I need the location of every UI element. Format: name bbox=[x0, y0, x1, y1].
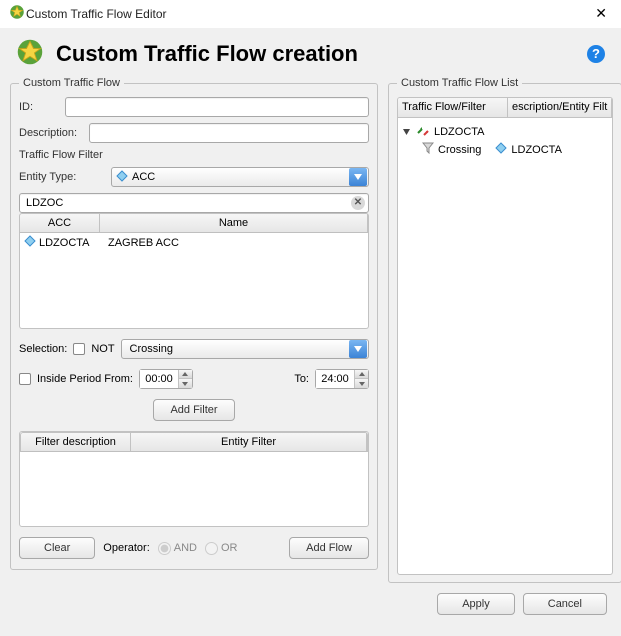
expand-caret-icon[interactable] bbox=[402, 127, 412, 136]
inside-period-checkbox[interactable] bbox=[19, 373, 31, 385]
spinner-down-icon[interactable] bbox=[178, 379, 192, 388]
entity-grid-header: ACC Name bbox=[19, 213, 369, 233]
custom-flow-group: Custom Traffic Flow ID: Description: Tra… bbox=[10, 77, 378, 570]
to-label: To: bbox=[294, 373, 309, 385]
window-title: Custom Traffic Flow Editor bbox=[26, 7, 589, 21]
spinner-up-icon[interactable] bbox=[178, 370, 192, 379]
to-time-value[interactable] bbox=[316, 370, 354, 388]
not-checkbox[interactable] bbox=[73, 343, 85, 355]
add-filter-button[interactable]: Add Filter bbox=[153, 399, 234, 421]
diamond-icon bbox=[495, 142, 507, 157]
selection-combo[interactable]: Crossing bbox=[121, 339, 369, 359]
diamond-icon bbox=[116, 170, 128, 185]
close-icon[interactable]: ✕ bbox=[589, 3, 613, 24]
entity-type-label: Entity Type: bbox=[19, 171, 111, 183]
tree-child-row[interactable]: Crossing LDZOCTA bbox=[402, 141, 608, 158]
to-time-spinner[interactable] bbox=[315, 369, 369, 389]
col-filter-description[interactable]: Filter description bbox=[21, 433, 131, 451]
page-title: Custom Traffic Flow creation bbox=[56, 41, 575, 67]
chevron-down-icon bbox=[349, 168, 367, 186]
description-input[interactable] bbox=[89, 123, 369, 143]
spinner-up-icon[interactable] bbox=[354, 370, 368, 379]
and-radio[interactable] bbox=[158, 542, 171, 555]
id-label: ID: bbox=[19, 101, 65, 113]
dialog-header: Custom Traffic Flow creation ? bbox=[0, 28, 621, 77]
from-time-spinner[interactable] bbox=[139, 369, 193, 389]
apply-button[interactable]: Apply bbox=[437, 593, 515, 615]
from-time-value[interactable] bbox=[140, 370, 178, 388]
clear-search-icon[interactable]: ✕ bbox=[351, 196, 365, 210]
inside-period-label: Inside Period From: bbox=[37, 373, 133, 385]
operator-label: Operator: bbox=[103, 542, 149, 554]
tree-root-label: LDZOCTA bbox=[434, 126, 485, 138]
search-input[interactable] bbox=[19, 193, 369, 213]
filter-section-label: Traffic Flow Filter bbox=[19, 149, 369, 161]
col-name[interactable]: Name bbox=[100, 214, 368, 232]
clear-button[interactable]: Clear bbox=[19, 537, 95, 559]
selection-label: Selection: bbox=[19, 343, 67, 355]
description-label: Description: bbox=[19, 127, 89, 139]
entity-type-value: ACC bbox=[128, 171, 348, 183]
cancel-button[interactable]: Cancel bbox=[523, 593, 607, 615]
arrows-icon bbox=[416, 123, 430, 140]
col-desc-entity[interactable]: escription/Entity Filt bbox=[508, 98, 612, 117]
entity-type-combo[interactable]: ACC bbox=[111, 167, 369, 187]
diamond-icon bbox=[24, 235, 36, 250]
or-radio[interactable] bbox=[205, 542, 218, 555]
filter-grid[interactable]: Filter description Entity Filter bbox=[19, 431, 369, 527]
filter-icon bbox=[422, 142, 434, 157]
spinner-down-icon[interactable] bbox=[354, 379, 368, 388]
flow-list-group: Custom Traffic Flow List Traffic Flow/Fi… bbox=[388, 77, 621, 583]
cell-name: ZAGREB ACC bbox=[104, 237, 364, 249]
col-entity-filter[interactable]: Entity Filter bbox=[131, 433, 367, 451]
selection-value: Crossing bbox=[126, 343, 348, 355]
table-row[interactable]: LDZOCTA ZAGREB ACC bbox=[20, 233, 368, 252]
id-input[interactable] bbox=[65, 97, 369, 117]
tree-child-left: Crossing bbox=[438, 144, 481, 156]
tree-body[interactable]: LDZOCTA Crossing LDZOCTA bbox=[398, 118, 612, 162]
tree-header: Traffic Flow/Filter escription/Entity Fi… bbox=[398, 98, 612, 118]
entity-grid[interactable]: LDZOCTA ZAGREB ACC bbox=[19, 233, 369, 329]
header-icon bbox=[16, 38, 44, 69]
col-flow-filter[interactable]: Traffic Flow/Filter bbox=[398, 98, 508, 117]
custom-flow-legend: Custom Traffic Flow bbox=[19, 77, 124, 89]
cell-acc: LDZOCTA bbox=[39, 237, 90, 249]
titlebar: Custom Traffic Flow Editor ✕ bbox=[0, 0, 621, 28]
tree-child-right: LDZOCTA bbox=[511, 144, 562, 156]
add-flow-button[interactable]: Add Flow bbox=[289, 537, 369, 559]
dialog-footer: Apply Cancel bbox=[0, 583, 621, 615]
or-label: OR bbox=[221, 542, 238, 554]
not-label: NOT bbox=[91, 343, 114, 355]
help-icon[interactable]: ? bbox=[587, 45, 605, 63]
chevron-down-icon bbox=[349, 340, 367, 358]
and-label: AND bbox=[174, 542, 197, 554]
tree-root-row[interactable]: LDZOCTA bbox=[402, 122, 608, 141]
col-acc[interactable]: ACC bbox=[20, 214, 100, 232]
flow-list-legend: Custom Traffic Flow List bbox=[397, 77, 522, 89]
app-icon bbox=[8, 3, 26, 24]
